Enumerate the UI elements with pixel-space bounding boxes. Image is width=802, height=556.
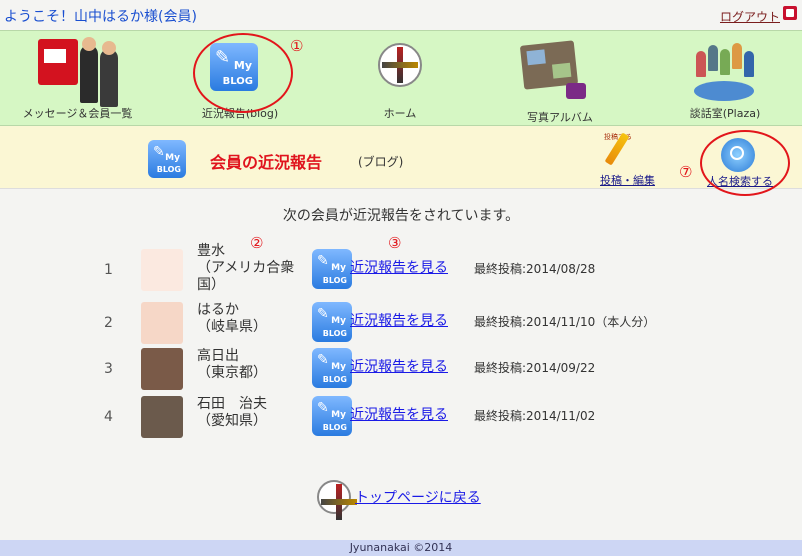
marker-1: ①	[290, 37, 304, 55]
intro-text: 次の会員が近況報告をされています。	[282, 208, 520, 224]
annotation-circle	[193, 33, 293, 113]
last-post-date: 最終投稿:2014/11/10（本人分）	[474, 315, 656, 329]
page-subtitle: (ブログ)	[358, 155, 404, 169]
person-figure	[100, 49, 118, 107]
crowd-figure	[708, 45, 718, 71]
person-figure	[80, 45, 98, 103]
row-number: 3	[104, 361, 113, 377]
table-row: 3 高日出 （東京都） ✎ My BLOG 近況報告を見る 最終投稿:2014/…	[0, 348, 802, 394]
avatar	[141, 302, 183, 344]
last-post-date: 最終投稿:2014/09/22	[474, 361, 596, 375]
annotation-circle	[700, 130, 790, 196]
row-number: 2	[104, 315, 113, 331]
compass-icon	[317, 480, 357, 520]
view-blog-link[interactable]: 近況報告を見る	[350, 404, 448, 424]
avatar	[141, 348, 183, 390]
nav-label: 写真アルバム	[527, 111, 593, 124]
table-row: 2 はるか （岐阜県） ✎ My BLOG 近況報告を見る 最終投稿:2014/…	[0, 302, 802, 348]
row-number: 1	[104, 262, 113, 278]
footer: Jyunanakai ©2014	[0, 540, 802, 556]
avatar	[141, 396, 183, 438]
nav-item-home[interactable]: ホーム	[330, 31, 470, 125]
avatar	[141, 249, 183, 291]
nav-label: ホーム	[383, 107, 417, 120]
table-row: 4 石田 治夫 （愛知県） ✎ My BLOG 近況報告を見る 最終投稿:201…	[0, 396, 802, 442]
view-blog-link[interactable]: 近況報告を見る	[350, 310, 448, 330]
plaza-icon	[694, 81, 754, 101]
page-title: 会員の近況報告	[210, 153, 323, 172]
myblog-icon[interactable]: ✎ My BLOG	[312, 396, 352, 436]
marker-7: ⑦	[679, 163, 693, 181]
view-blog-link[interactable]: 近況報告を見る	[350, 356, 448, 376]
post-edit-link[interactable]: 投稿・編集	[600, 172, 655, 188]
compass-icon	[378, 43, 422, 87]
member-name: はるか （岐阜県）	[197, 302, 267, 335]
logout-link[interactable]: ログアウト	[720, 8, 780, 25]
member-name: 高日出 （東京都）	[197, 348, 267, 381]
crowd-figure	[732, 43, 742, 69]
main-nav: メッセージ＆会員一覧 ✎ My BLOG 近況報告(blog) ホーム 写真アル…	[0, 30, 802, 126]
member-name: 豊水 （アメリカ合衆 国）	[197, 243, 295, 293]
nav-item-messages[interactable]: メッセージ＆会員一覧	[0, 31, 155, 125]
table-row: 1 豊水 （アメリカ合衆 国） ✎ My BLOG 近況報告を見る 最終投稿:2…	[0, 243, 802, 295]
last-post-date: 最終投稿:2014/11/02	[474, 409, 596, 423]
camera-icon	[566, 83, 586, 99]
nav-item-album[interactable]: 写真アルバム	[490, 31, 630, 125]
crowd-figure	[720, 49, 730, 75]
nav-label: 談話室(Plaza)	[689, 107, 761, 120]
nav-label: メッセージ＆会員一覧	[22, 107, 133, 120]
myblog-icon: ✎ My BLOG	[148, 140, 186, 178]
welcome-text: ようこそ！山中はるか様(会員)	[4, 9, 197, 25]
crowd-figure	[696, 51, 706, 77]
member-name: 石田 治夫 （愛知県）	[197, 396, 267, 429]
last-post-date: 最終投稿:2014/08/28	[474, 262, 596, 276]
myblog-icon[interactable]: ✎ My BLOG	[312, 302, 352, 342]
crowd-figure	[744, 51, 754, 77]
mail-members-icon	[38, 39, 78, 85]
row-number: 4	[104, 409, 113, 425]
nav-item-plaza[interactable]: 談話室(Plaza)	[650, 31, 800, 125]
top-page-compass[interactable]	[317, 480, 357, 520]
myblog-icon[interactable]: ✎ My BLOG	[312, 348, 352, 388]
person-head	[82, 37, 96, 51]
logout-icon[interactable]	[783, 6, 797, 20]
person-head	[102, 41, 116, 55]
myblog-icon[interactable]: ✎ My BLOG	[312, 249, 352, 289]
view-blog-link[interactable]: 近況報告を見る	[350, 257, 448, 277]
back-to-top-link[interactable]: トップページに戻る	[355, 487, 481, 507]
